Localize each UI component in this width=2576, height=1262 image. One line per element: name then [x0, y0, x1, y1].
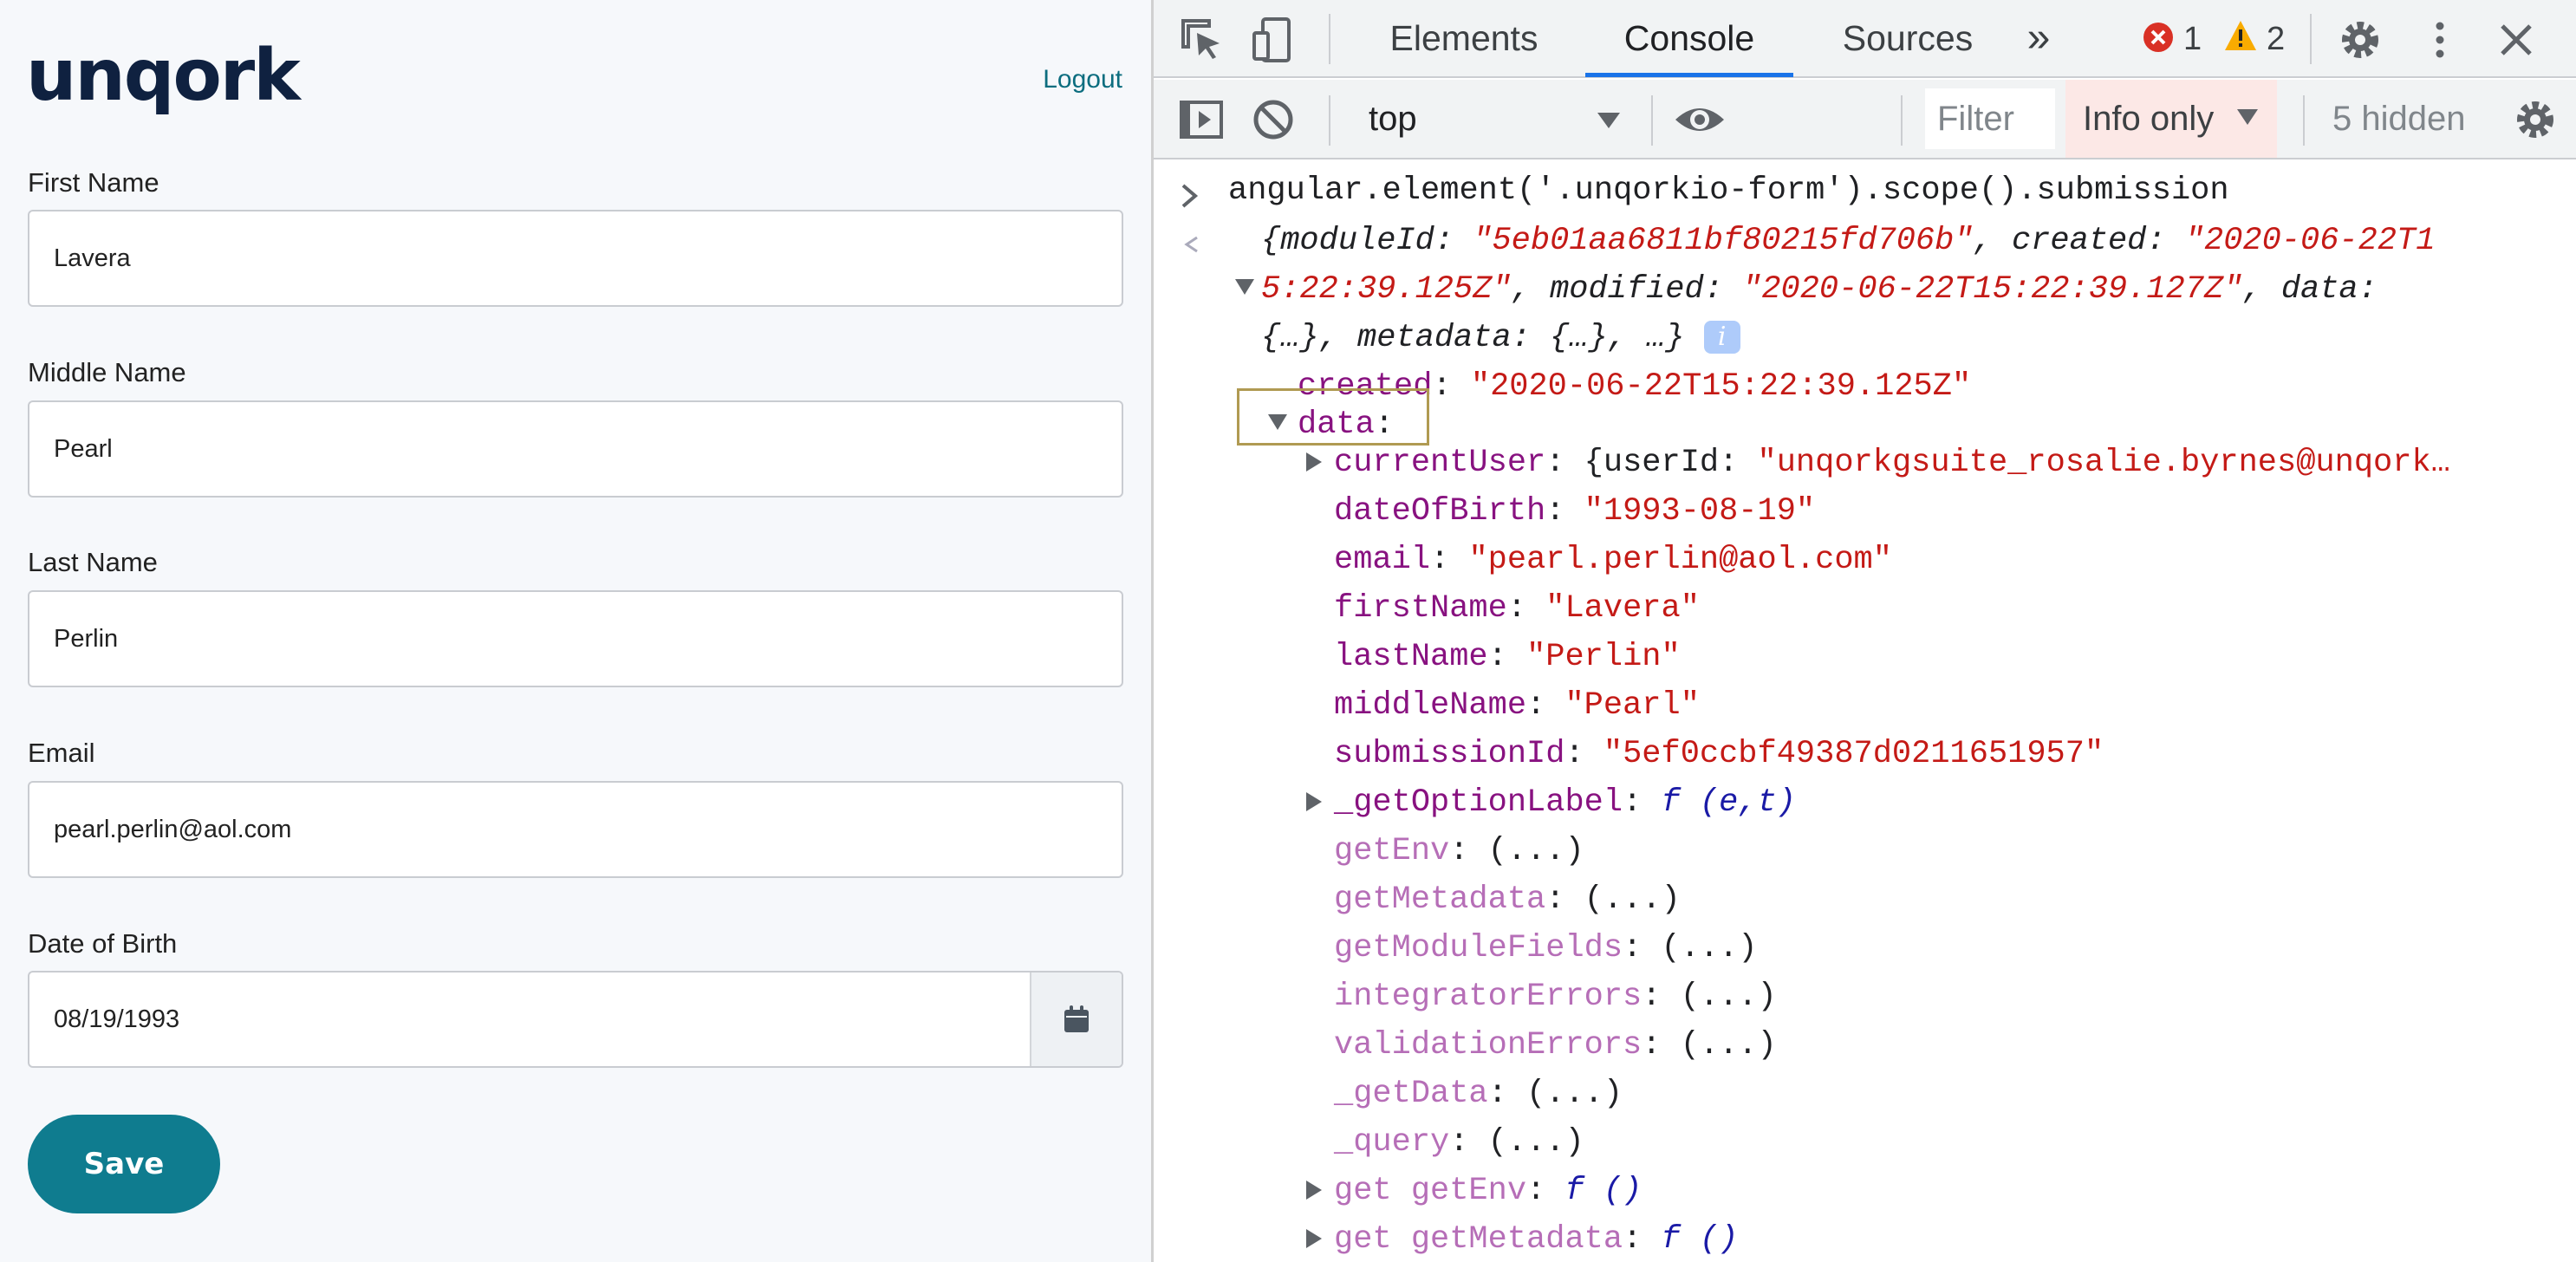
property-row: middleName: "Pearl": [1334, 687, 1700, 724]
tab-console[interactable]: Console: [1585, 0, 1793, 78]
result-summary-line[interactable]: {moduleId: "5eb01aa6811bf80215fd706b", c…: [1261, 217, 2435, 265]
save-button[interactable]: Save: [28, 1115, 220, 1213]
lazy-property[interactable]: _query: (...): [1334, 1118, 1584, 1167]
form-pane: unqork Logout First Name Middle Name Las…: [0, 0, 1151, 1262]
toolbar-separator: [1651, 95, 1653, 146]
lazy-property[interactable]: getModuleFields: (...): [1334, 924, 1758, 973]
active-tab-indicator: [1585, 73, 1793, 77]
expand-triangle-icon[interactable]: [1306, 452, 1322, 472]
more-tabs-button[interactable]: »: [2017, 0, 2060, 78]
lazy-property[interactable]: validationErrors: (...): [1334, 1021, 1777, 1070]
warning-count: 2: [2267, 21, 2286, 57]
chevron-down-icon: [2237, 109, 2258, 125]
error-icon[interactable]: [2142, 21, 2175, 54]
middle-name-input[interactable]: [28, 400, 1123, 498]
result-summary-line: 5:22:39.125Z", modified: "2020-06-22T15:…: [1261, 271, 2378, 308]
tab-elements[interactable]: Elements: [1369, 0, 1559, 78]
property-row: dateOfBirth: "1993-08-19": [1334, 493, 1816, 530]
toolbar-separator: [2303, 95, 2305, 146]
toolbar-separator: [2310, 14, 2312, 64]
console-toolbar: top Info only 5 hidden: [1154, 80, 2576, 159]
last-name-input[interactable]: [28, 590, 1123, 687]
input-prompt-icon: [1181, 184, 1199, 208]
result-arrow-icon: [1184, 236, 1198, 253]
middle-name-label: Middle Name: [28, 357, 186, 387]
property-row: submissionId: "5ef0ccbf49387d0211651957": [1334, 736, 2104, 772]
log-level-value: Info only: [2083, 100, 2215, 138]
property-get-option-label[interactable]: _getOptionLabel: f (e,t): [1334, 778, 1796, 827]
clear-console-icon[interactable]: [1249, 95, 1298, 144]
kebab-menu-icon[interactable]: [2416, 16, 2464, 64]
date-of-birth-label: Date of Birth: [28, 928, 178, 959]
getter-property[interactable]: get getMetadata: f (): [1334, 1215, 1738, 1262]
warning-icon[interactable]: [2223, 19, 2258, 52]
settings-gear-icon[interactable]: [2336, 16, 2384, 64]
devtools-panel: Elements Console Sources » 1 2 top Filte…: [1151, 0, 2576, 1262]
getter-property[interactable]: get getEnv: f (): [1334, 1167, 1642, 1215]
console-command[interactable]: angular.element('.unqorkio-form').scope(…: [1228, 166, 2229, 215]
sidebar-toggle-icon[interactable]: [1178, 95, 1226, 144]
expand-triangle-icon[interactable]: [1306, 1181, 1322, 1200]
date-of-birth-field: [28, 971, 1123, 1068]
lazy-property[interactable]: getEnv: (...): [1334, 827, 1584, 875]
property-row: email: "pearl.perlin@aol.com": [1334, 542, 1892, 578]
log-level-select[interactable]: Info only: [2065, 80, 2277, 158]
result-summary-line: {…}, metadata: {…}, …} i: [1261, 314, 1740, 362]
inspect-element-icon[interactable]: [1178, 16, 1226, 64]
first-name-input[interactable]: [28, 210, 1123, 307]
lazy-property[interactable]: integratorErrors: (...): [1334, 973, 1777, 1021]
unqork-logo: unqork: [26, 35, 301, 117]
live-expression-eye-icon[interactable]: [1672, 95, 1727, 144]
calendar-icon: [1064, 1005, 1089, 1032]
date-of-birth-input[interactable]: [29, 973, 1030, 1066]
expand-triangle-icon[interactable]: [1268, 414, 1287, 430]
hidden-messages-count: 5 hidden: [2332, 100, 2466, 138]
property-current-user[interactable]: currentUser: {userId: "unqorkgsuite_rosa…: [1334, 439, 2450, 487]
info-icon[interactable]: i: [1703, 321, 1740, 355]
error-count: 1: [2183, 21, 2202, 57]
tab-sources[interactable]: Sources: [1812, 0, 2003, 78]
first-name-label: First Name: [28, 167, 159, 198]
chevron-down-icon: [1597, 113, 1620, 128]
console-output: angular.element('.unqorkio-form').scope(…: [1154, 161, 2576, 1262]
property-row: lastName: "Perlin": [1334, 639, 1681, 675]
close-icon[interactable]: [2492, 16, 2540, 64]
toolbar-separator: [1901, 95, 1903, 146]
email-label: Email: [28, 738, 95, 768]
email-input[interactable]: [28, 781, 1123, 878]
device-toolbar-icon[interactable]: [1249, 16, 1298, 64]
context-select-value: top: [1369, 100, 1417, 138]
calendar-button[interactable]: [1030, 973, 1122, 1066]
logout-link[interactable]: Logout: [1043, 62, 1122, 97]
console-filter-input[interactable]: [1925, 88, 2055, 149]
property-row: firstName: "Lavera": [1334, 590, 1700, 627]
toolbar-separator: [1329, 14, 1330, 64]
expand-triangle-icon[interactable]: [1306, 792, 1322, 811]
lazy-property[interactable]: getMetadata: (...): [1334, 875, 1681, 924]
expand-triangle-icon[interactable]: [1235, 279, 1254, 295]
lazy-property[interactable]: _getData: (...): [1334, 1070, 1623, 1118]
context-select[interactable]: top: [1362, 90, 1632, 147]
last-name-label: Last Name: [28, 547, 158, 577]
toolbar-separator: [1329, 95, 1330, 146]
console-settings-gear-icon[interactable]: [2511, 95, 2560, 144]
expand-triangle-icon[interactable]: [1306, 1229, 1322, 1248]
devtools-tabbar: Elements Console Sources » 1 2: [1154, 0, 2576, 78]
